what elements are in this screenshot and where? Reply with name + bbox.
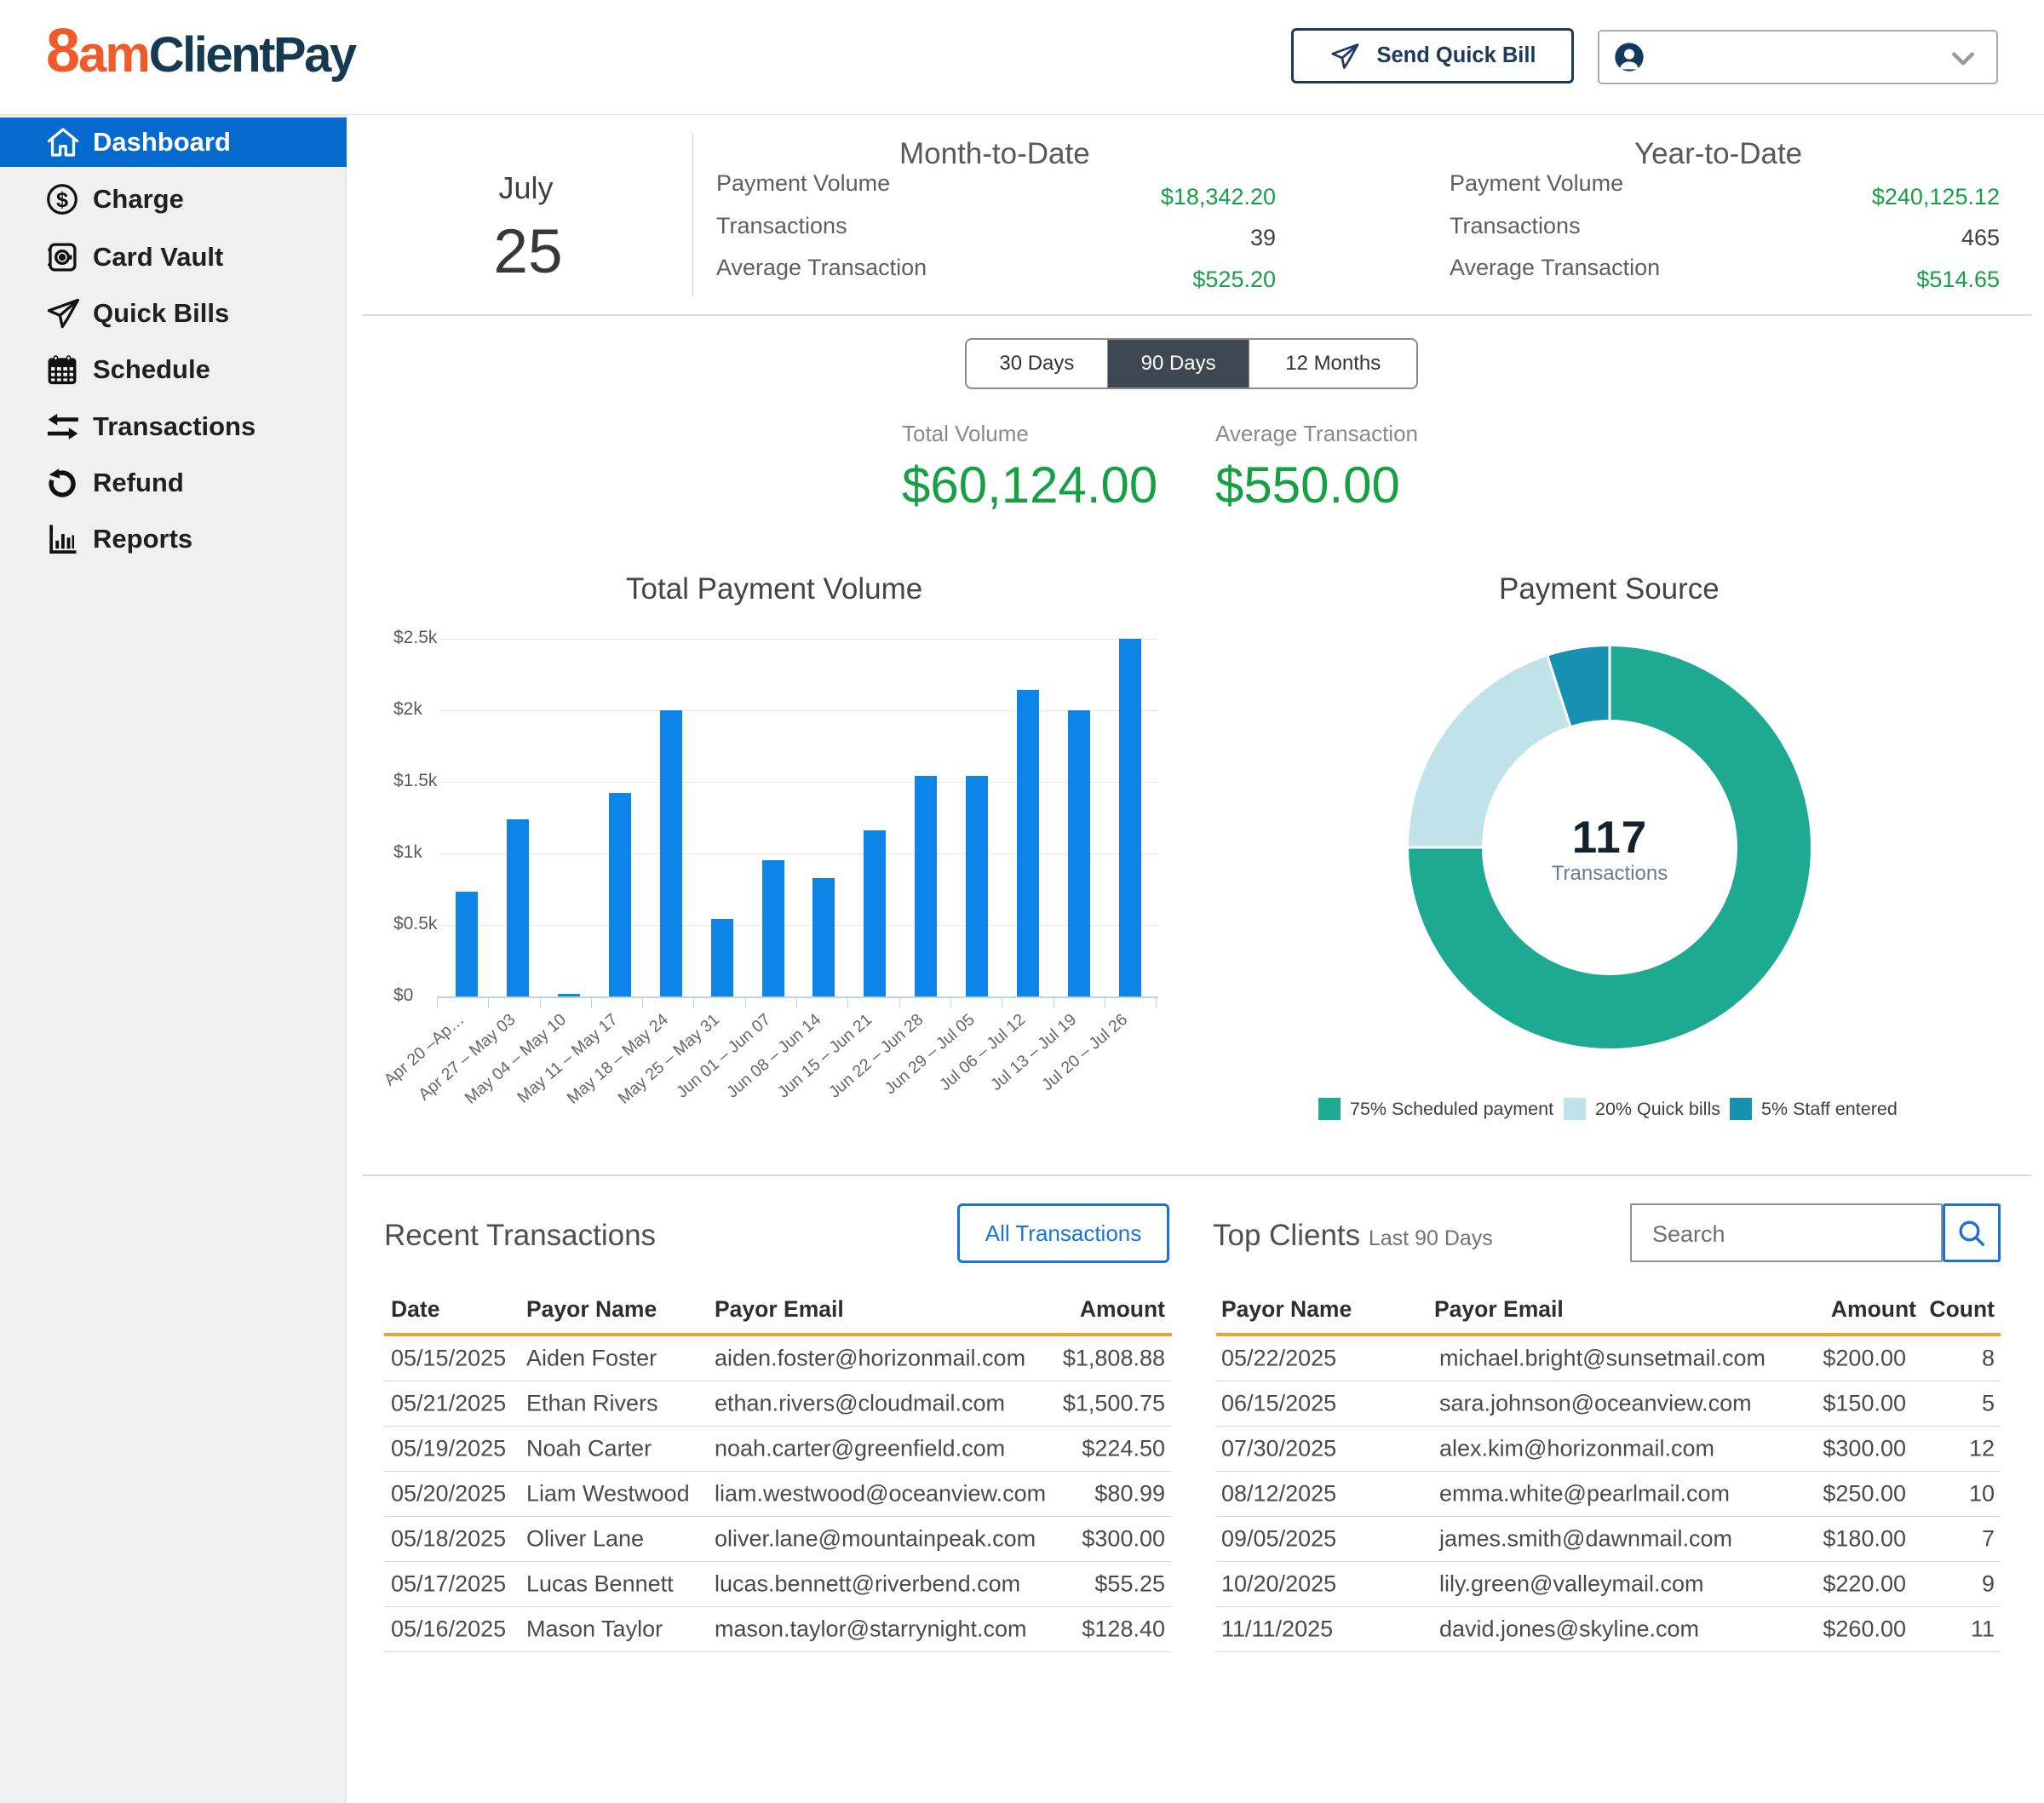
svg-text:$: $ xyxy=(56,188,68,212)
